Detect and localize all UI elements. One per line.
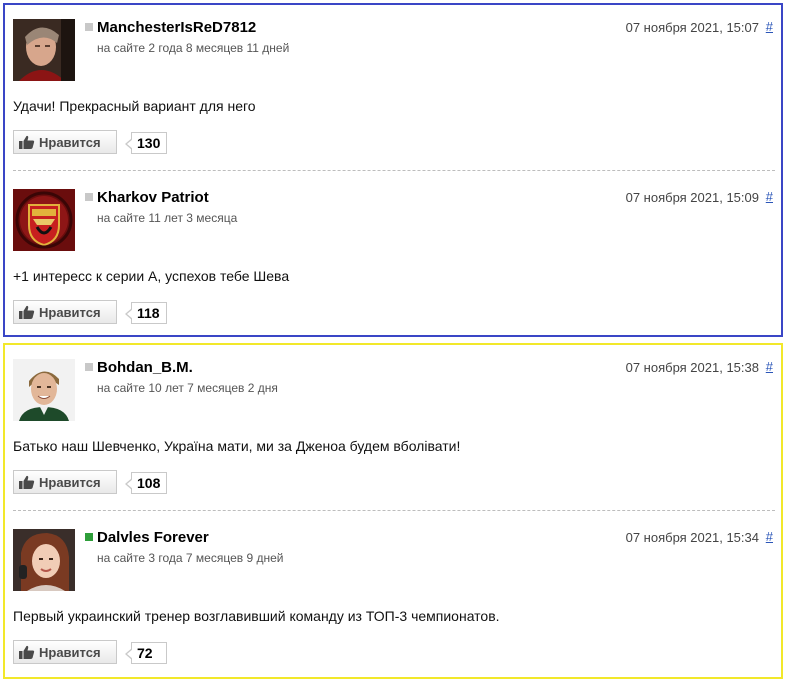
user-avatar[interactable] xyxy=(13,19,75,81)
username[interactable]: ManchesterIsReD7812 xyxy=(97,19,256,36)
like-count: 108 xyxy=(124,472,168,494)
like-button[interactable]: Нравится xyxy=(13,640,117,664)
thumbs-up-icon xyxy=(19,305,35,319)
comment-divider xyxy=(13,170,775,171)
comment-text: Первый украинский тренер возглавивший ко… xyxy=(13,608,500,624)
user-avatar[interactable] xyxy=(13,529,75,591)
comment-date: 07 ноября 2021, 15:38 xyxy=(625,360,759,375)
like-button-label: Нравится xyxy=(39,304,101,320)
user-avatar[interactable] xyxy=(13,359,75,421)
like-count: 72 xyxy=(125,642,167,664)
thumbs-up-icon xyxy=(19,475,35,489)
membership-duration: на сайте 3 года 7 месяцев 9 дней xyxy=(97,551,284,565)
comment-item: Bohdan_B.M. на сайте 10 лет 7 месяцев 2 … xyxy=(13,345,773,505)
user-avatar[interactable] xyxy=(13,189,75,251)
comment-date: 07 ноября 2021, 15:07 xyxy=(625,20,759,35)
comment-item: ManchesterIsReD7812 на сайте 2 года 8 ме… xyxy=(13,5,773,165)
username[interactable]: Kharkov Patriot xyxy=(97,189,209,206)
user-status-indicator xyxy=(85,363,93,371)
user-status-indicator xyxy=(85,23,93,31)
comment-text: Батько наш Шевченко, Україна мати, ми за… xyxy=(13,438,461,454)
comment-divider xyxy=(13,510,775,511)
comment-text: +1 интересс к серии А, успехов тебе Шева xyxy=(13,268,290,284)
like-button-label: Нравится xyxy=(39,134,101,150)
like-button[interactable]: Нравится xyxy=(13,300,117,324)
comment-item: Kharkov Patriot на сайте 11 лет 3 месяца… xyxy=(13,175,773,335)
like-button[interactable]: Нравится xyxy=(13,130,117,154)
like-count: 130 xyxy=(124,132,168,154)
comment-text: Удачи! Прекрасный вариант для него xyxy=(13,98,256,114)
username[interactable]: Dalvles Forever xyxy=(97,529,209,546)
comment-item: Dalvles Forever на сайте 3 года 7 месяце… xyxy=(13,515,773,675)
username[interactable]: Bohdan_B.M. xyxy=(97,359,193,376)
membership-duration: на сайте 10 лет 7 месяцев 2 дня xyxy=(97,381,278,395)
comment-date: 07 ноября 2021, 15:09 xyxy=(625,190,759,205)
like-button-label: Нравится xyxy=(39,644,101,660)
like-count: 118 xyxy=(125,302,167,324)
comment-permalink[interactable]: # xyxy=(766,19,773,34)
user-status-indicator xyxy=(85,533,93,541)
user-status-indicator xyxy=(85,193,93,201)
membership-duration: на сайте 11 лет 3 месяца xyxy=(97,211,238,225)
like-button[interactable]: Нравится xyxy=(13,470,117,494)
membership-duration: на сайте 2 года 8 месяцев 11 дней xyxy=(97,41,290,55)
comment-group-highlight-blue: ManchesterIsReD7812 на сайте 2 года 8 ме… xyxy=(3,3,783,337)
comment-date: 07 ноября 2021, 15:34 xyxy=(625,530,759,545)
comment-permalink[interactable]: # xyxy=(766,189,773,204)
thumbs-up-icon xyxy=(19,135,35,149)
comment-permalink[interactable]: # xyxy=(766,529,773,544)
like-button-label: Нравится xyxy=(39,474,101,490)
comment-group-highlight-yellow: Bohdan_B.M. на сайте 10 лет 7 месяцев 2 … xyxy=(3,343,783,679)
thumbs-up-icon xyxy=(19,645,35,659)
comment-permalink[interactable]: # xyxy=(766,359,773,374)
